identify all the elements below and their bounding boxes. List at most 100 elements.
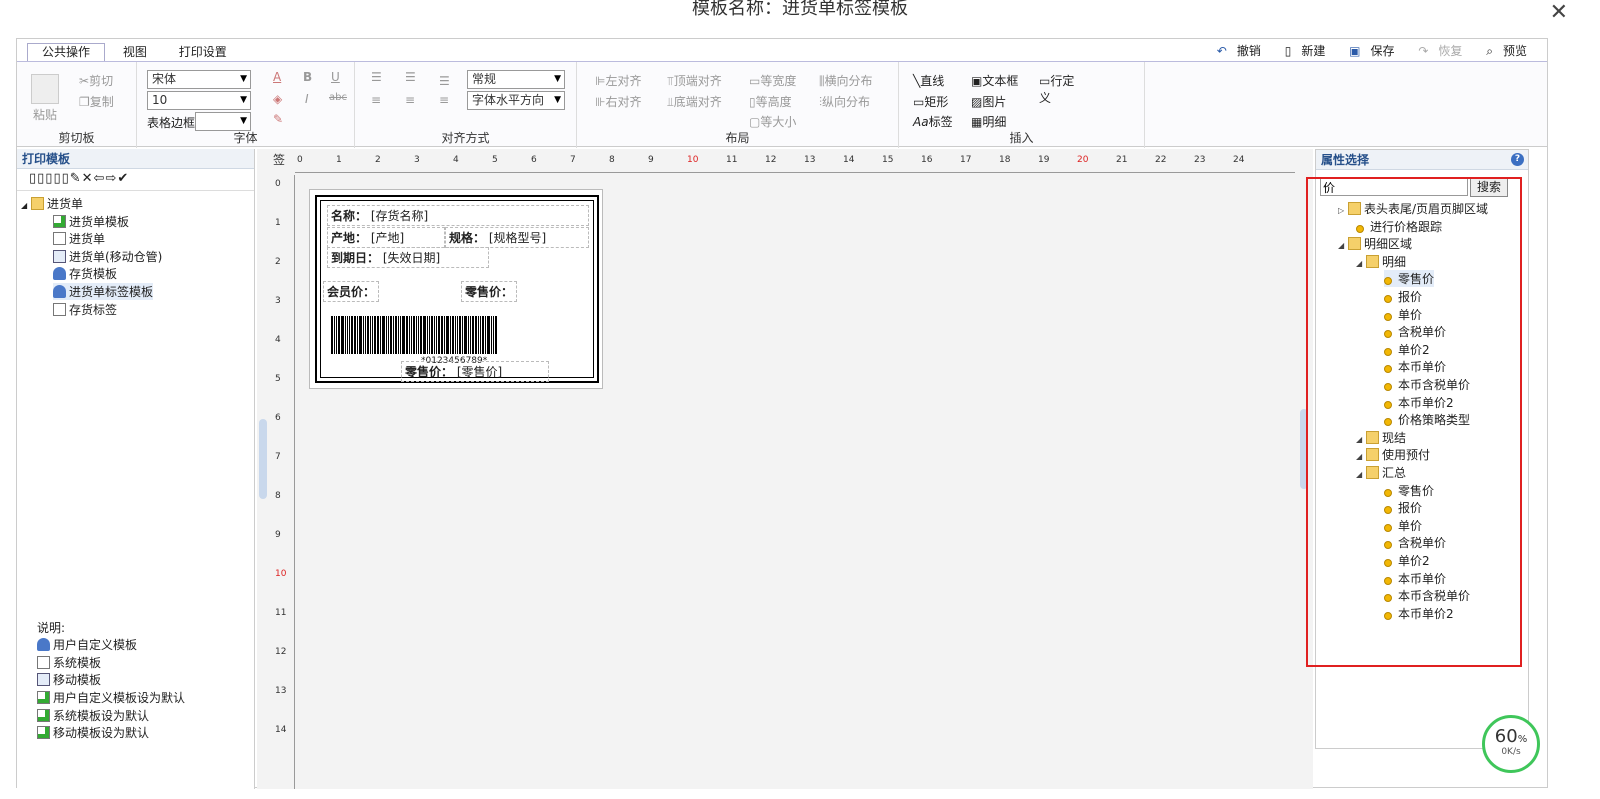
align-center-icon[interactable]: ≡: [405, 93, 415, 107]
copy-button[interactable]: ❐复制: [79, 93, 114, 110]
property-item[interactable]: 报价: [1384, 499, 1422, 516]
align-top-icon[interactable]: ☰: [371, 70, 382, 84]
expand-arrow-icon[interactable]: ◢: [1356, 470, 1366, 479]
insert-rect-button[interactable]: ▭矩形: [913, 93, 948, 110]
network-speed-widget[interactable]: 60% 0K/s: [1482, 715, 1540, 773]
expiry-field[interactable]: 到期日： [失效日期]: [327, 247, 489, 268]
bold-button[interactable]: B: [303, 70, 312, 84]
property-item[interactable]: 零售价: [1384, 270, 1435, 288]
align-middle-icon[interactable]: ☰: [405, 70, 416, 84]
expand-arrow-icon[interactable]: ◢: [1356, 435, 1366, 444]
align-right-icon[interactable]: ≡: [439, 93, 449, 107]
font-color-button[interactable]: A: [273, 70, 281, 84]
undo-button[interactable]: ↶ 撤销: [1207, 44, 1261, 58]
paste-button[interactable]: 粘贴: [33, 106, 57, 123]
property-item[interactable]: 含税单价: [1384, 323, 1446, 340]
custom-row-button[interactable]: ▭行定义: [1039, 72, 1083, 106]
tab-print-settings[interactable]: 打印设置: [165, 44, 241, 62]
redo-button[interactable]: ↷ 恢复: [1408, 44, 1462, 58]
expand-arrow-icon[interactable]: ◢: [1356, 452, 1366, 461]
property-item[interactable]: 零售价: [1384, 482, 1434, 499]
align-left-icon[interactable]: ≡: [371, 93, 381, 107]
property-item[interactable]: 本币单价2: [1384, 394, 1454, 411]
underline-button[interactable]: U: [331, 70, 340, 84]
equal-size-button[interactable]: ▢等大小: [749, 113, 796, 130]
search-button[interactable]: 搜索: [1470, 177, 1508, 197]
template-toolbar[interactable]: ▯▯▯▯▯✎✕⇦⇨✔: [17, 169, 254, 191]
property-item[interactable]: ▷ 表头表尾/页眉页脚区域: [1338, 200, 1488, 217]
left-align-button[interactable]: ⊫左对齐: [595, 72, 641, 89]
h-distribute-button[interactable]: ⫼横向分布: [819, 72, 873, 89]
origin-field[interactable]: 产地： [产地]: [327, 227, 445, 248]
expand-arrow-icon[interactable]: ◢: [1338, 241, 1348, 250]
preview-button[interactable]: ⌕ 预览: [1476, 44, 1527, 58]
property-search-input[interactable]: [1320, 178, 1468, 196]
property-item[interactable]: 报价: [1384, 288, 1422, 305]
font-family-select[interactable]: 宋体: [147, 70, 251, 89]
property-item[interactable]: 进行价格跟踪: [1356, 218, 1442, 235]
tab-view[interactable]: 视图: [109, 44, 161, 62]
property-item[interactable]: ◢ 明细区域: [1338, 235, 1412, 252]
property-item[interactable]: ◢ 使用预付: [1356, 446, 1430, 463]
barcode[interactable]: [331, 316, 593, 354]
right-splitter-handle[interactable]: [1300, 409, 1308, 489]
pen-icon[interactable]: ✎: [273, 112, 283, 126]
equal-height-button[interactable]: ▯等高度: [749, 93, 792, 110]
insert-detail-button[interactable]: ▦明细: [971, 113, 1006, 130]
expand-arrow-icon[interactable]: ◢: [1356, 259, 1366, 268]
property-item[interactable]: 含税单价: [1384, 534, 1446, 551]
tree-root-purchase[interactable]: ◢ 进货单: [21, 195, 83, 212]
property-item[interactable]: 单价2: [1384, 552, 1430, 569]
property-item[interactable]: 本币含税单价: [1384, 587, 1470, 604]
align-bottom-icon[interactable]: ☰: [439, 74, 450, 88]
property-item[interactable]: ◢ 汇总: [1356, 464, 1406, 481]
new-button[interactable]: ▯ 新建: [1275, 44, 1326, 58]
bottom-align-button[interactable]: ⫫底端对齐: [667, 93, 722, 110]
name-field[interactable]: 名称： [存货名称]: [327, 205, 589, 226]
property-item[interactable]: 单价2: [1384, 341, 1430, 358]
insert-label-button[interactable]: Aa标签: [913, 113, 953, 130]
label-design[interactable]: 名称： [存货名称] 产地： [产地] 规格： [规格型号] 到期日： [失效日…: [309, 189, 603, 389]
save-button[interactable]: ▣ 保存: [1339, 44, 1394, 58]
undo-icon: ↶: [1216, 44, 1227, 58]
expand-arrow-icon[interactable]: ▷: [1338, 206, 1348, 215]
retail-value-field[interactable]: 零售价： [零售价]: [401, 361, 549, 382]
property-item[interactable]: 价格策略类型: [1384, 411, 1470, 428]
text-style-select[interactable]: 常规: [467, 70, 565, 89]
right-align-button[interactable]: ⊪右对齐: [595, 93, 641, 110]
italic-button[interactable]: I: [305, 92, 309, 106]
text-direction-select[interactable]: 字体水平方向: [467, 91, 565, 110]
retail-price-field[interactable]: 零售价：: [461, 281, 518, 302]
property-item[interactable]: 单价: [1384, 306, 1422, 323]
insert-textbox-button[interactable]: ▣文本框: [971, 72, 1018, 89]
tree-item-template[interactable]: 进货单模板: [53, 213, 129, 230]
property-item[interactable]: 本币单价: [1384, 570, 1446, 587]
left-splitter-handle[interactable]: [259, 419, 267, 499]
help-icon[interactable]: ?: [1511, 153, 1524, 166]
property-item[interactable]: 本币含税单价: [1384, 376, 1470, 393]
cut-button[interactable]: ✂剪切: [79, 72, 113, 89]
property-item[interactable]: 单价: [1384, 517, 1422, 534]
fill-color-icon[interactable]: ◈: [273, 92, 282, 106]
spec-field[interactable]: 规格： [规格型号]: [445, 227, 589, 248]
strikethrough-button[interactable]: abc: [329, 92, 347, 103]
close-icon[interactable]: ✕: [1550, 0, 1568, 25]
font-size-select[interactable]: 10: [147, 91, 251, 110]
tab-common[interactable]: 公共操作: [27, 43, 106, 61]
property-item[interactable]: 本币单价2: [1384, 605, 1454, 622]
top-align-button[interactable]: ⫪顶端对齐: [667, 72, 722, 89]
tree-item-label-template[interactable]: 进货单标签模板: [53, 283, 154, 300]
design-canvas[interactable]: 签 0 1 2 3 4 5 6 7 8 9 10 11 12 13 14 15 16 17 18 19 20 21 22 23…: [257, 149, 1313, 789]
tree-item-mobile[interactable]: 进货单(移动仓管): [53, 248, 162, 265]
equal-width-button[interactable]: ▭等宽度: [749, 72, 796, 89]
property-item[interactable]: ◢ 现结: [1356, 429, 1406, 446]
property-item[interactable]: ◢ 明细: [1356, 253, 1406, 270]
member-price-field[interactable]: 会员价：: [323, 281, 380, 302]
insert-line-button[interactable]: ╲直线: [913, 72, 944, 89]
tree-item-purchase[interactable]: 进货单: [53, 230, 105, 247]
property-item[interactable]: 本币单价: [1384, 358, 1446, 375]
v-distribute-button[interactable]: ⫶纵向分布: [819, 93, 870, 110]
insert-image-button[interactable]: ▨图片: [971, 93, 1006, 110]
tree-item-stock-label[interactable]: 存货标签: [53, 301, 117, 318]
tree-item-stock-template[interactable]: 存货模板: [53, 265, 117, 282]
